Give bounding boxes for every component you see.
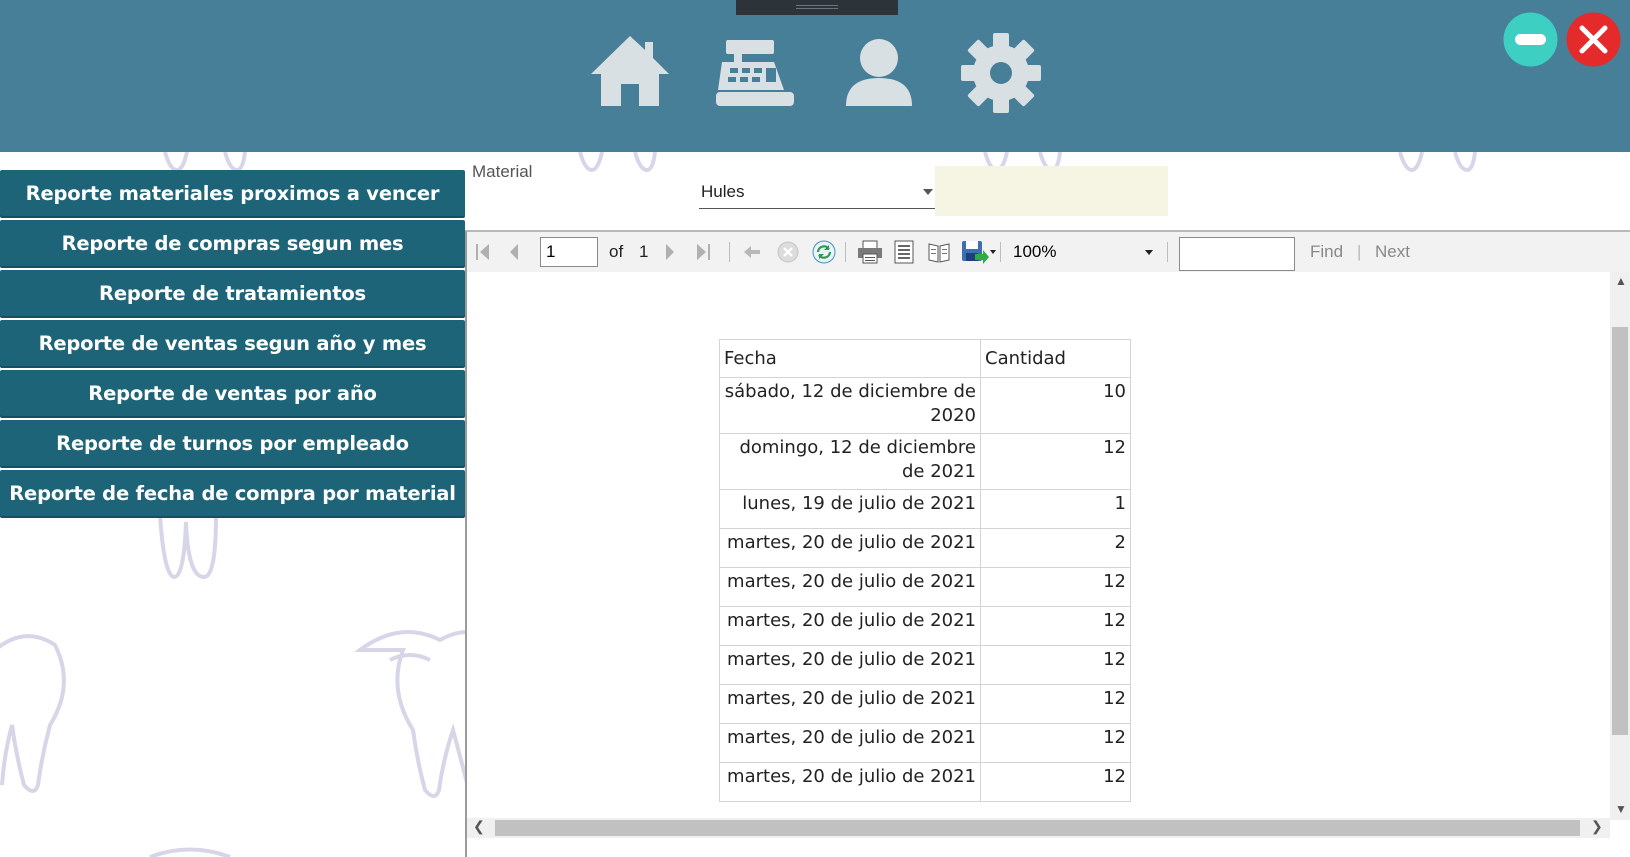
stop-icon[interactable] [777,240,799,264]
fecha-cell: martes, 20 de julio de 2021 [719,723,981,763]
fecha-cell: martes, 20 de julio de 2021 [719,684,981,724]
vertical-scrollbar[interactable]: ▲ ▼ [1610,272,1630,820]
last-page-icon[interactable] [695,240,711,264]
reports-sidebar: Reporte materiales proximos a vencer Rep… [0,170,465,520]
scroll-up-icon[interactable]: ▲ [1615,274,1627,288]
cantidad-cell: 12 [980,433,1131,490]
table-row: martes, 20 de julio de 2021 12 [719,606,1131,646]
print-layout-icon[interactable] [893,240,915,264]
fecha-cell: sábado, 12 de diciembre de 2020 [719,377,981,434]
report-sales-by-year-button[interactable]: Reporte de ventas por año [0,370,465,416]
material-selected-value: Hules [701,182,745,201]
report-materials-expiring-button[interactable]: Reporte materiales proximos a vencer [0,170,465,216]
fecha-cell: martes, 20 de julio de 2021 [719,606,981,646]
cantidad-cell: 12 [980,567,1131,607]
first-page-icon[interactable] [475,240,491,264]
filter-placeholder-box [935,166,1168,216]
minus-icon [1503,12,1558,67]
report-viewer: 1 of 1 100% Find | Next Fecha Cantidad s… [465,230,1630,857]
refresh-icon[interactable] [812,240,836,264]
cantidad-cell: 12 [980,723,1131,763]
scroll-right-icon[interactable]: ❯ [1591,818,1603,835]
export-icon[interactable] [961,240,997,264]
find-button[interactable]: Find [1310,242,1343,262]
table-row: martes, 20 de julio de 2021 12 [719,567,1131,607]
cantidad-cell: 10 [980,377,1131,434]
total-pages: 1 [639,242,649,261]
top-header [0,0,1630,152]
report-shifts-by-employee-button[interactable]: Reporte de turnos por empleado [0,420,465,466]
back-icon[interactable] [743,240,761,264]
find-separator: | [1357,242,1362,261]
chevron-down-icon [1145,250,1153,255]
table-header-row: Fecha Cantidad [719,339,1131,378]
column-header-fecha: Fecha [719,339,981,378]
prev-page-icon[interactable] [507,240,521,264]
of-label: of [609,242,624,261]
table-row: sábado, 12 de diciembre de 2020 10 [719,377,1131,434]
zoom-dropdown[interactable]: 100% [1007,237,1159,267]
material-label: Material [472,162,533,181]
report-toolbar: 1 of 1 100% Find | Next [467,232,1630,272]
zoom-value: 100% [1013,242,1057,261]
cantidad-cell: 12 [980,684,1131,724]
page-setup-icon[interactable] [927,240,951,264]
cantidad-cell: 12 [980,606,1131,646]
print-icon[interactable] [857,240,883,264]
table-row: martes, 20 de julio de 2021 12 [719,723,1131,763]
fecha-cell: martes, 20 de julio de 2021 [719,528,981,568]
horizontal-scrollbar[interactable]: ❮ ❯ [467,818,1610,838]
home-icon[interactable] [587,30,673,116]
table-row: martes, 20 de julio de 2021 2 [719,528,1131,568]
table-row: domingo, 12 de diciembre de 2021 12 [719,433,1131,490]
column-header-cantidad: Cantidad [980,339,1131,378]
table-row: martes, 20 de julio de 2021 12 [719,684,1131,724]
cash-register-icon[interactable] [712,30,798,116]
cantidad-cell: 12 [980,645,1131,685]
report-purchases-by-month-button[interactable]: Reporte de compras segun mes [0,220,465,266]
table-row: lunes, 19 de julio de 2021 1 [719,489,1131,529]
chevron-down-icon [923,189,933,195]
next-page-icon[interactable] [663,240,677,264]
close-button[interactable] [1566,12,1621,67]
title-bar-handle[interactable] [736,0,898,15]
scroll-left-icon[interactable]: ❮ [473,818,485,835]
cantidad-cell: 12 [980,762,1131,802]
scroll-down-icon[interactable]: ▼ [1615,802,1627,816]
user-icon[interactable] [836,30,922,116]
report-treatments-button[interactable]: Reporte de tratamientos [0,270,465,316]
find-next-button[interactable]: Next [1375,242,1410,262]
find-text-input[interactable] [1179,237,1295,271]
vertical-scroll-thumb[interactable] [1612,327,1628,735]
fecha-cell: martes, 20 de julio de 2021 [719,762,981,802]
gear-icon[interactable] [958,30,1044,116]
fecha-cell: martes, 20 de julio de 2021 [719,645,981,685]
report-table: Fecha Cantidad sábado, 12 de diciembre d… [719,339,1131,802]
table-row: martes, 20 de julio de 2021 12 [719,645,1131,685]
report-sales-year-month-button[interactable]: Reporte de ventas segun año y mes [0,320,465,366]
material-dropdown[interactable]: Hules [699,175,935,209]
report-area: Material Hules 1 of 1 100% Find | Next F… [465,152,1630,857]
fecha-cell: domingo, 12 de diciembre de 2021 [719,433,981,490]
minimize-button[interactable] [1503,12,1558,67]
page-number-input[interactable]: 1 [540,237,598,267]
report-purchase-date-by-material-button[interactable]: Reporte de fecha de compra por material [0,470,465,516]
close-icon [1566,12,1621,67]
horizontal-scroll-thumb[interactable] [495,820,1580,836]
fecha-cell: lunes, 19 de julio de 2021 [719,489,981,529]
table-row: martes, 20 de julio de 2021 12 [719,762,1131,802]
fecha-cell: martes, 20 de julio de 2021 [719,567,981,607]
cantidad-cell: 2 [980,528,1131,568]
cantidad-cell: 1 [980,489,1131,529]
